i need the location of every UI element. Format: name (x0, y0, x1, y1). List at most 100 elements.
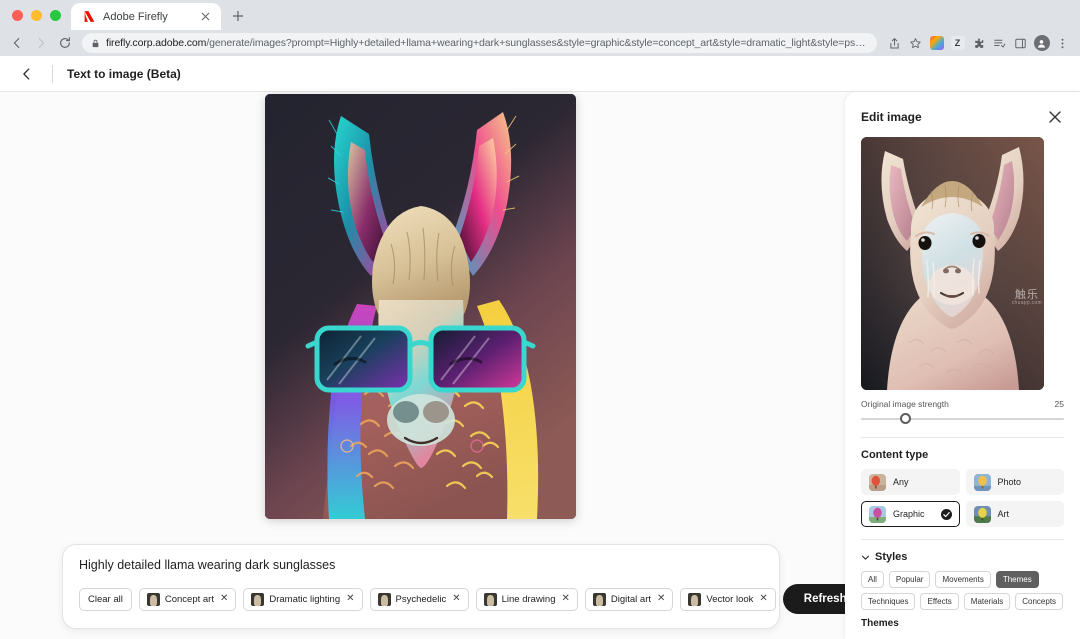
tab-close-icon[interactable] (198, 10, 212, 24)
remove-tag-icon[interactable]: ✕ (657, 594, 665, 604)
style-tag-vector-look[interactable]: Vector look ✕ (680, 587, 776, 611)
generated-llama-image[interactable] (265, 94, 576, 519)
balloon-thumbnail-icon (869, 473, 886, 491)
balloon-thumbnail-icon (973, 505, 991, 523)
edit-image-panel: Edit image 触乐 chuapp.com Original image … (845, 92, 1080, 639)
original-image-strength-block: Original image strength 25 (861, 399, 1064, 425)
panel-divider-2 (861, 539, 1064, 540)
page-title: Text to image (Beta) (67, 66, 181, 81)
url-host: firefly.corp.adobe.com (106, 37, 207, 49)
panel-header: Edit image (861, 108, 1064, 126)
app-body: Highly detailed llama wearing dark sungl… (0, 92, 1080, 639)
styles-label: Styles (875, 551, 908, 563)
panel-divider (861, 437, 1064, 438)
window-close-button[interactable] (12, 9, 23, 21)
share-icon[interactable] (885, 34, 904, 53)
bookmark-star-icon[interactable] (906, 34, 925, 53)
style-filter-materials[interactable]: Materials (963, 593, 1011, 610)
style-tag-concept-art[interactable]: Concept art ✕ (138, 587, 237, 611)
browser-tab[interactable]: Adobe Firefly (71, 3, 221, 30)
style-filter-movements[interactable]: Movements (935, 571, 991, 588)
style-tag-label: Vector look (706, 593, 754, 605)
prompt-input[interactable]: Highly detailed llama wearing dark sungl… (79, 558, 763, 572)
remove-tag-icon[interactable]: ✕ (452, 594, 460, 604)
content-type-label: Art (997, 509, 1010, 519)
slider-label-row: Original image strength 25 (861, 399, 1064, 409)
balloon-thumbnail-icon (869, 505, 886, 523)
style-thumbnail-icon (688, 592, 702, 606)
app-back-arrow-icon[interactable] (14, 61, 40, 87)
style-thumbnail-icon (483, 592, 497, 606)
style-filter-popular[interactable]: Popular (888, 571, 931, 588)
content-type-label: Photo (997, 477, 1022, 487)
style-tag-label: Digital art (610, 593, 651, 605)
url-text: firefly.corp.adobe.com/generate/images?p… (106, 37, 868, 49)
back-arrow-icon[interactable] (6, 32, 28, 54)
style-filter-concepts[interactable]: Concepts (1015, 593, 1064, 610)
side-panel-icon[interactable] (1011, 34, 1030, 53)
reference-llama-image[interactable]: 触乐 chuapp.com (861, 137, 1044, 390)
lock-icon (91, 39, 100, 48)
window-traffic-lights (10, 0, 71, 30)
style-tag-psychedelic[interactable]: Psychedelic ✕ (369, 587, 469, 611)
color-extension-icon[interactable] (927, 34, 946, 53)
remove-tag-icon[interactable]: ✕ (220, 594, 228, 604)
tab-title: Adobe Firefly (103, 10, 168, 23)
content-type-section: Content type Any Photo Graphic Art (861, 449, 1064, 527)
styles-group-title: Themes (861, 618, 899, 629)
clear-all-button[interactable]: Clear all (79, 587, 132, 611)
window-minimize-button[interactable] (31, 9, 42, 21)
original-image-strength-slider[interactable] (861, 413, 1064, 425)
puzzle-extension-icon[interactable] (969, 34, 988, 53)
content-type-grid: Any Photo Graphic Art (861, 469, 1064, 527)
style-tag-label: Psychedelic (395, 593, 447, 605)
style-thumbnail-icon (377, 592, 391, 606)
remove-tag-icon[interactable]: ✕ (561, 594, 569, 604)
profile-avatar-icon[interactable] (1032, 34, 1051, 53)
chevron-down-icon (861, 553, 870, 562)
style-filter-all[interactable]: All (861, 571, 884, 588)
window-maximize-button[interactable] (50, 9, 61, 21)
forward-arrow-icon (30, 32, 52, 54)
check-circle-icon (940, 508, 952, 520)
style-thumbnail-icon (251, 592, 265, 606)
style-filter-themes[interactable]: Themes (995, 571, 1039, 588)
content-type-label: Graphic (893, 509, 925, 519)
content-type-any[interactable]: Any (861, 469, 960, 495)
close-panel-icon[interactable] (1046, 108, 1064, 126)
tab-strip: Adobe Firefly (0, 0, 1080, 30)
content-type-label: Any (893, 477, 909, 487)
style-filter-effects[interactable]: Effects (920, 593, 959, 610)
style-filter-techniques[interactable]: Techniques (861, 593, 916, 610)
reading-list-icon[interactable] (990, 34, 1009, 53)
content-type-art[interactable]: Art (965, 501, 1064, 527)
slider-knob[interactable] (899, 413, 911, 424)
style-tag-row: Clear all Concept art ✕ Dramatic lightin… (79, 584, 868, 614)
style-tag-digital-art[interactable]: Digital art ✕ (584, 587, 674, 611)
style-tag-label: Line drawing (501, 593, 556, 605)
new-tab-button[interactable] (225, 3, 251, 29)
style-thumbnail-icon (592, 592, 606, 606)
browser-toolbar: firefly.corp.adobe.com/generate/images?p… (0, 30, 1080, 56)
remove-tag-icon[interactable]: ✕ (759, 594, 767, 604)
address-bar[interactable]: firefly.corp.adobe.com/generate/images?p… (82, 33, 877, 53)
style-thumbnail-icon (146, 592, 160, 606)
style-tag-label: Dramatic lighting (269, 593, 341, 605)
more-menu-icon[interactable] (1053, 34, 1072, 53)
reload-icon[interactable] (54, 32, 76, 54)
styles-header[interactable]: Styles (861, 551, 1064, 563)
clear-all-label: Clear all (88, 593, 123, 605)
content-type-graphic[interactable]: Graphic (861, 501, 960, 527)
styles-section: Styles All Popular Movements Themes Tech… (861, 551, 1064, 629)
header-divider (52, 64, 53, 83)
adobe-firefly-logo-icon (82, 10, 96, 24)
style-tag-dramatic-lighting[interactable]: Dramatic lighting ✕ (243, 587, 363, 611)
browser-chrome: Adobe Firefly firefly.corp.adobe.com/gen… (0, 0, 1080, 56)
edit-image-title: Edit image (861, 110, 922, 124)
content-type-photo[interactable]: Photo (965, 469, 1064, 495)
app-header: Text to image (Beta) (0, 56, 1080, 92)
style-tag-line-drawing[interactable]: Line drawing ✕ (475, 587, 578, 611)
content-type-title: Content type (861, 449, 929, 461)
zotero-extension-icon[interactable]: Z (948, 34, 967, 53)
remove-tag-icon[interactable]: ✕ (346, 594, 354, 604)
